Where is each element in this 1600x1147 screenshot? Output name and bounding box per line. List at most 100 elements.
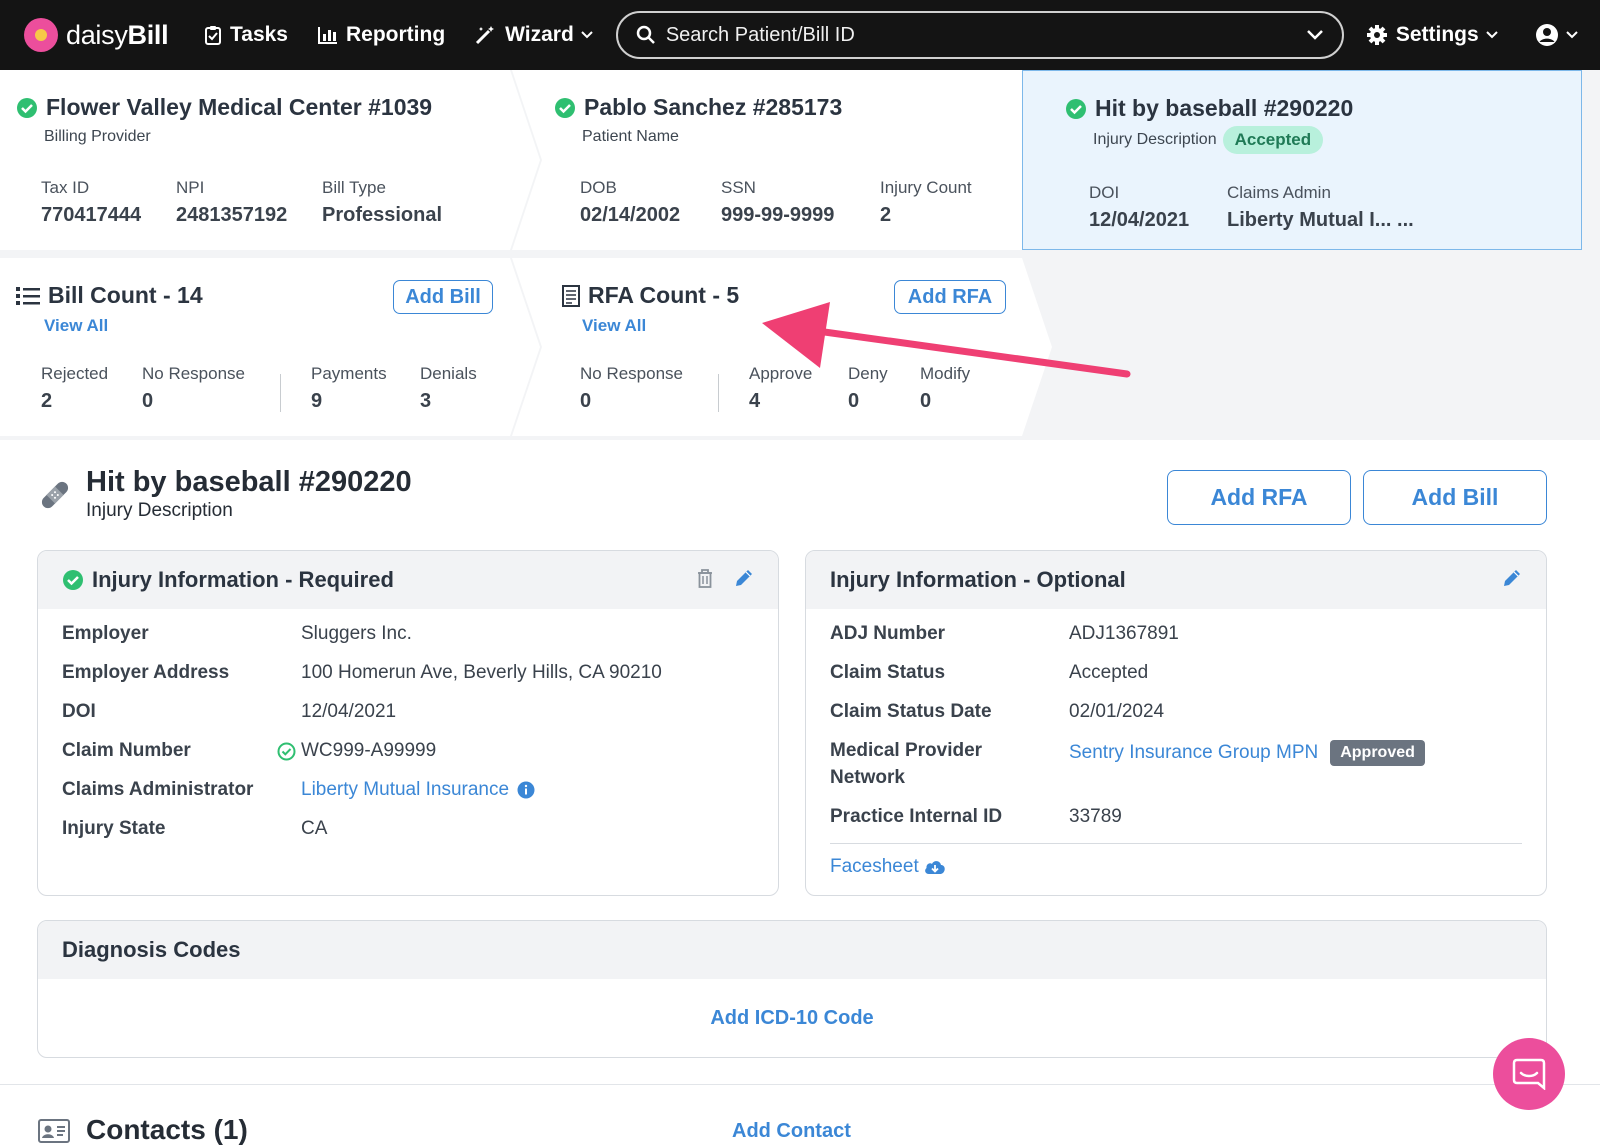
stat-value: 2 xyxy=(41,390,53,412)
add-contact-button[interactable]: Add Contact xyxy=(732,1120,851,1143)
field-label: SSN xyxy=(721,178,756,197)
rfa-view-all-link[interactable]: View All xyxy=(582,316,646,336)
row-value: WC999-A99999 xyxy=(301,740,437,761)
claims-admin-link[interactable]: Liberty Mutual Insurance xyxy=(301,779,509,801)
top-navbar: daisyBill Tasks Reporting Wizard Setting… xyxy=(0,0,1600,70)
injury-required-panel: Injury Information - Required Employer S… xyxy=(37,550,779,896)
row-label: Medical Provider xyxy=(830,740,983,761)
field-label: Claims Admin xyxy=(1227,183,1331,202)
add-bill-button[interactable]: Add Bill xyxy=(393,280,493,314)
stat-label: Modify xyxy=(920,364,971,383)
field-value: 770417444 xyxy=(41,204,142,226)
search-dropdown-chevron-icon[interactable] xyxy=(1306,29,1324,41)
field-label: NPI xyxy=(176,178,205,197)
facesheet-label: Facesheet xyxy=(830,856,919,877)
panel-title: Injury Information - Required xyxy=(92,567,394,592)
stat-value: 9 xyxy=(311,390,323,412)
provider-title: Flower Valley Medical Center #1039 xyxy=(46,94,433,120)
patient-card[interactable]: Pablo Sanchez #285173 Patient Name DOB 0… xyxy=(512,70,1052,250)
injury-card-subtitle: Injury Description xyxy=(1093,131,1217,148)
stat-value: 3 xyxy=(420,390,432,412)
pencil-icon[interactable] xyxy=(734,568,754,588)
add-rfa-button[interactable]: Add RFA xyxy=(894,280,1006,314)
pencil-icon[interactable] xyxy=(1502,568,1522,588)
nav-reporting[interactable]: Reporting xyxy=(318,23,445,47)
logo-text: daisyBill xyxy=(66,19,169,50)
gear-icon xyxy=(1366,25,1387,45)
field-value: Liberty Mutual I... ... xyxy=(1227,209,1414,231)
rfa-count-title: RFA Count - 5 xyxy=(588,282,740,308)
row-value: 100 Homerun Ave, Beverly Hills, CA 90210 xyxy=(301,662,662,683)
user-menu[interactable] xyxy=(1535,23,1579,47)
add-rfa-button-large[interactable]: Add RFA xyxy=(1167,470,1351,525)
user-circle-icon xyxy=(1535,24,1558,46)
nav-settings-label: Settings xyxy=(1395,23,1479,46)
row-label: Claim Number xyxy=(62,740,191,761)
chevron-down-icon xyxy=(581,31,593,39)
info-icon[interactable] xyxy=(517,781,535,799)
stat-value: 0 xyxy=(142,390,154,412)
row-value: CA xyxy=(301,818,328,839)
trash-icon[interactable] xyxy=(696,568,714,588)
nav-reporting-label: Reporting xyxy=(346,23,446,46)
divider xyxy=(280,374,281,412)
chat-bubble-icon xyxy=(1512,1058,1546,1090)
facesheet-link[interactable]: Facesheet xyxy=(830,856,947,878)
nav-settings[interactable]: Settings xyxy=(1366,23,1499,47)
bill-count-title: Bill Count - 14 xyxy=(48,282,203,308)
list-icon xyxy=(16,286,40,306)
search-input[interactable] xyxy=(665,23,1306,47)
panel-title: Injury Information - Optional xyxy=(830,567,1126,592)
mpn-link[interactable]: Sentry Insurance Group MPN xyxy=(1069,742,1318,764)
row-label: Injury State xyxy=(62,818,166,839)
bill-view-all-link[interactable]: View All xyxy=(44,316,108,336)
nav-tasks[interactable]: Tasks xyxy=(204,23,288,47)
contacts-title: Contacts (1) xyxy=(86,1114,248,1145)
row-label: Employer Address xyxy=(62,662,230,683)
field-value: 2481357192 xyxy=(176,204,288,226)
row-label: Practice Internal ID xyxy=(830,806,1003,827)
row-label: Claim Status Date xyxy=(830,701,992,722)
status-badge: Accepted xyxy=(1222,126,1324,154)
row-value: Sluggers Inc. xyxy=(301,623,412,644)
clipboard-check-icon xyxy=(205,26,221,45)
nav-wizard[interactable]: Wizard xyxy=(475,23,594,47)
row-value: 02/01/2024 xyxy=(1069,701,1165,722)
bar-chart-icon xyxy=(318,27,337,44)
row-label: ADJ Number xyxy=(830,623,946,644)
diagnosis-codes-panel: Diagnosis Codes Add ICD-10 Code xyxy=(37,920,1547,1058)
row-label: Claims Administrator xyxy=(62,779,254,800)
stat-value: 0 xyxy=(580,390,592,412)
field-value: 999-99-9999 xyxy=(721,204,835,226)
stat-label: No Response xyxy=(580,364,684,383)
bill-count-card: Bill Count - 14 View All Add Bill Reject… xyxy=(0,258,540,436)
claims-admin-value: Liberty Mutual Insurance xyxy=(301,779,535,801)
chevron-down-icon xyxy=(1565,31,1578,39)
chevron-down-icon xyxy=(1485,31,1498,39)
row-value: 12/04/2021 xyxy=(301,701,397,722)
section-divider xyxy=(0,1084,1600,1085)
provider-card[interactable]: Flower Valley Medical Center #1039 Billi… xyxy=(0,70,540,250)
field-value: 2 xyxy=(880,204,892,226)
check-circle-icon xyxy=(63,570,83,590)
stat-label: Rejected xyxy=(41,364,109,383)
logo[interactable]: daisyBill xyxy=(24,18,174,52)
flower-logo-icon xyxy=(24,18,58,52)
nav-wizard-label: Wizard xyxy=(505,23,574,46)
field-value: Professional xyxy=(322,204,443,226)
check-circle-icon xyxy=(1066,98,1086,119)
field-label: DOI xyxy=(1089,183,1120,202)
stat-label: Approve xyxy=(749,364,813,383)
stat-label: Payments xyxy=(311,364,387,383)
chat-widget[interactable] xyxy=(1493,1038,1565,1110)
page-title: Hit by baseball #290220 xyxy=(86,466,412,498)
search-icon xyxy=(636,25,655,44)
field-label: Injury Count xyxy=(880,178,972,197)
row-label: DOI xyxy=(62,701,96,722)
bandage-icon xyxy=(41,481,69,509)
search-bar[interactable] xyxy=(615,11,1344,59)
patient-title: Pablo Sanchez #285173 xyxy=(584,94,843,120)
add-bill-button-large[interactable]: Add Bill xyxy=(1363,470,1547,525)
injury-card[interactable]: Hit by baseball #290220 Injury Descripti… xyxy=(1022,70,1582,250)
add-icd10-code-link[interactable]: Add ICD-10 Code xyxy=(38,1007,1546,1030)
